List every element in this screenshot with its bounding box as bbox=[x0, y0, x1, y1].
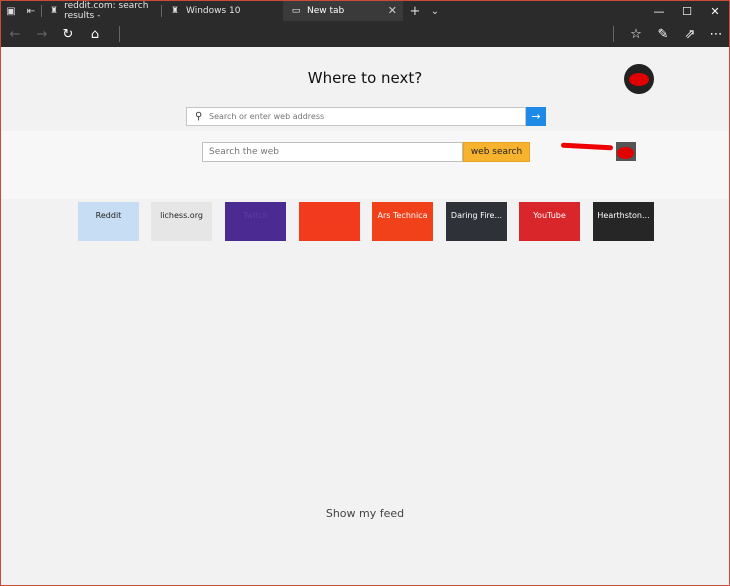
maximize-icon[interactable]: ☐ bbox=[673, 1, 701, 21]
web-search-field[interactable] bbox=[202, 142, 463, 162]
web-note-pen-icon[interactable]: ✎ bbox=[650, 21, 676, 47]
top-site-youtube[interactable]: YouTube bbox=[519, 202, 580, 241]
refresh-icon[interactable]: ↻ bbox=[55, 21, 81, 47]
tile-label: Daring Fire... bbox=[450, 211, 503, 220]
tab-title: reddit.com: search results - bbox=[64, 1, 149, 21]
new-tab-page-icon: ▭ bbox=[291, 6, 301, 16]
tab-new-tab[interactable]: ▭ New tab ✕ bbox=[283, 1, 403, 21]
more-menu-icon[interactable]: ⋯ bbox=[703, 21, 729, 47]
top-site-twitch[interactable]: Twitch bbox=[225, 202, 286, 241]
close-window-icon[interactable]: ✕ bbox=[701, 1, 729, 21]
web-search-input[interactable] bbox=[209, 145, 454, 159]
web-search-button[interactable]: web search bbox=[463, 142, 530, 162]
top-site-ars-technica[interactable]: Ars Technica bbox=[372, 202, 433, 241]
browser-window: ▣ ⇤ ♜ reddit.com: search results - ♜ Win… bbox=[0, 0, 730, 586]
tile-label: Hearthston... bbox=[597, 211, 650, 220]
navigation-bar: ← → ↻ ⌂ ☆ ✎ ⇗ ⋯ bbox=[1, 21, 729, 47]
address-input[interactable] bbox=[209, 109, 509, 124]
favorites-icon[interactable]: ☆ bbox=[623, 21, 649, 47]
tile-label: Pocket Casts bbox=[304, 211, 355, 220]
page-heading: Where to next? bbox=[307, 69, 423, 87]
tile-label: Reddit bbox=[95, 211, 122, 220]
tab-reddit-search[interactable]: ♜ reddit.com: search results - bbox=[42, 1, 160, 21]
top-site-daring-fireball[interactable]: Daring Fire... bbox=[446, 202, 507, 241]
tab-windows-10[interactable]: ♜ Windows 10 bbox=[162, 1, 280, 21]
tile-label: YouTube bbox=[533, 211, 566, 220]
tab-title: Windows 10 bbox=[186, 6, 241, 16]
go-arrow-button[interactable]: → bbox=[526, 107, 546, 126]
share-icon[interactable]: ⇗ bbox=[677, 21, 703, 47]
tab-strip: ▣ ⇤ ♜ reddit.com: search results - ♜ Win… bbox=[1, 1, 729, 21]
tile-label: lichess.org bbox=[160, 211, 203, 220]
tabs-aside-icon[interactable]: ▣ bbox=[1, 1, 21, 21]
top-site-reddit[interactable]: Reddit bbox=[78, 202, 139, 241]
chevron-down-icon[interactable]: ⌄ bbox=[425, 1, 445, 21]
tile-label: Twitch bbox=[243, 211, 268, 220]
tab-title: New tab bbox=[307, 6, 345, 16]
set-aside-tabs-icon[interactable]: ⇤ bbox=[21, 1, 41, 21]
add-tab-icon[interactable]: + bbox=[405, 1, 425, 21]
profile-avatar[interactable] bbox=[624, 64, 654, 94]
tile-label: Ars Technica bbox=[377, 211, 428, 220]
home-icon[interactable]: ⌂ bbox=[82, 21, 108, 47]
show-feed-link[interactable]: Show my feed bbox=[1, 507, 729, 520]
top-site-hearthstone[interactable]: Hearthston... bbox=[593, 202, 654, 241]
address-bar[interactable]: ⚲ bbox=[186, 107, 526, 126]
minimize-icon[interactable]: — bbox=[645, 1, 673, 21]
nav-separator bbox=[119, 26, 120, 42]
back-arrow-icon[interactable]: ← bbox=[2, 21, 28, 47]
nav-separator bbox=[613, 26, 614, 42]
reddit-favicon-icon: ♜ bbox=[170, 6, 180, 16]
close-tab-icon[interactable]: ✕ bbox=[388, 4, 397, 17]
search-icon: ⚲ bbox=[195, 111, 203, 122]
top-site-pocket-casts[interactable]: Pocket Casts bbox=[299, 202, 360, 241]
forward-arrow-icon[interactable]: → bbox=[29, 21, 55, 47]
reddit-favicon-icon: ♜ bbox=[50, 6, 59, 16]
small-avatar bbox=[616, 142, 636, 161]
top-site-lichess[interactable]: lichess.org bbox=[151, 202, 212, 241]
